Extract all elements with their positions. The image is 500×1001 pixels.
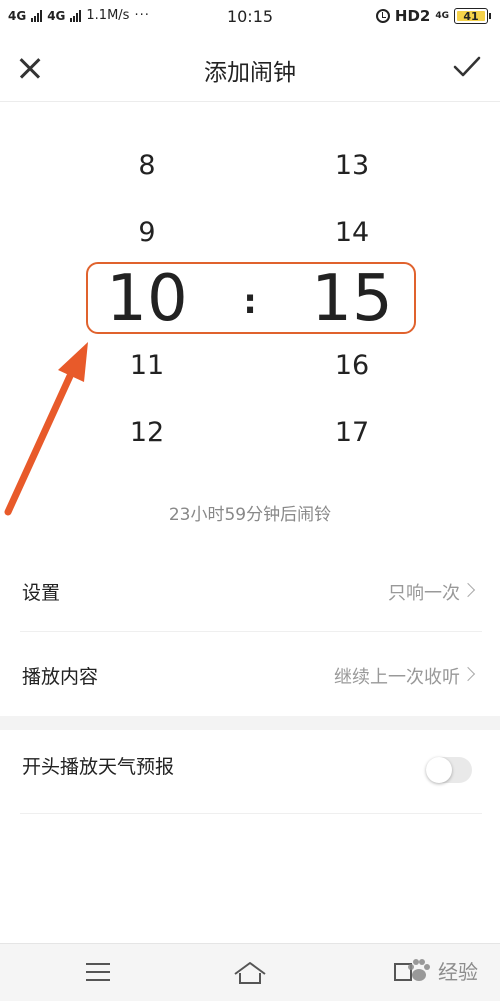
- minute-option[interactable]: 14: [292, 217, 412, 248]
- confirm-check-icon[interactable]: [450, 50, 484, 84]
- weather-forecast-row: 开头播放天气预报: [20, 730, 482, 814]
- paw-logo-icon: [408, 959, 430, 981]
- repeat-setting-label: 设置: [22, 582, 61, 604]
- weather-forecast-label: 开头播放天气预报: [22, 756, 175, 778]
- page-title: 添加闹钟: [204, 60, 296, 86]
- alarm-clock-icon: [375, 9, 390, 23]
- minute-option[interactable]: 16: [292, 350, 412, 381]
- play-content-value: 继续上一次收听: [334, 667, 460, 688]
- battery-level: 41: [463, 9, 479, 23]
- status-bar: 4G 4G 1.1M/s ··· 10:15 HD2 4G 41: [0, 0, 500, 36]
- screen: 4G 4G 1.1M/s ··· 10:15 HD2 4G 41 添加闹钟 8 …: [0, 0, 500, 1001]
- chevron-right-icon: [462, 665, 478, 685]
- minute-option[interactable]: 17: [292, 417, 412, 448]
- home-icon[interactable]: [232, 959, 268, 987]
- chevron-right-icon: [462, 581, 478, 601]
- watermark: 经验: [404, 955, 478, 985]
- section-divider: [0, 716, 500, 730]
- annotation-arrow-icon: [4, 342, 88, 516]
- watermark-text: 经验: [438, 959, 478, 984]
- play-content-row[interactable]: 播放内容 继续上一次收听: [20, 632, 482, 716]
- minute-option[interactable]: 13: [292, 150, 412, 181]
- status-right: HD2 4G 41: [375, 7, 491, 25]
- network-type-3: 4G: [435, 10, 449, 21]
- title-bar: 添加闹钟: [0, 36, 500, 102]
- repeat-setting-value: 只响一次: [388, 583, 460, 604]
- toggle-knob: [426, 757, 452, 783]
- play-content-label: 播放内容: [22, 666, 99, 688]
- hour-option[interactable]: 9: [87, 217, 207, 248]
- repeat-setting-row[interactable]: 设置 只响一次: [20, 548, 482, 632]
- battery-icon: 41: [454, 8, 491, 24]
- selection-highlight-box: [86, 262, 416, 334]
- hour-option[interactable]: 11: [87, 350, 207, 381]
- weather-forecast-toggle[interactable]: [426, 757, 472, 783]
- hd-voice-label: HD2: [394, 7, 431, 25]
- hour-option[interactable]: 8: [87, 150, 207, 181]
- hour-option[interactable]: 12: [87, 417, 207, 448]
- menu-icon[interactable]: [86, 963, 110, 981]
- countdown-text: 23小时59分钟后闹铃: [168, 505, 332, 525]
